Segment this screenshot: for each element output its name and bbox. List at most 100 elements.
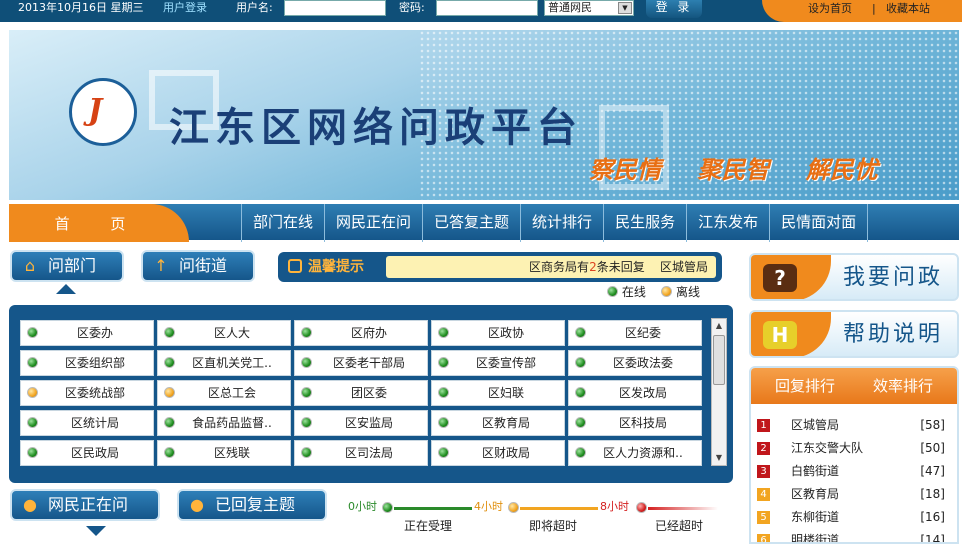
department-item[interactable]: 区统计局 bbox=[20, 410, 154, 436]
nav-item-ranking[interactable]: 统计排行 bbox=[520, 204, 603, 242]
department-item[interactable]: 区委统战部 bbox=[20, 380, 154, 406]
question-mark-icon: ? bbox=[763, 264, 797, 292]
tab-ask-street[interactable]: ↑ 问街道 bbox=[141, 250, 255, 282]
building-icon: ⌂ bbox=[24, 256, 36, 275]
online-status-icon bbox=[575, 417, 586, 428]
department-panel: 区委办 区人大 区府办 区政协 区纪委 区委组织部 区直机关党工.. 区委老干部局 区委宣传部区… bbox=[9, 305, 733, 483]
department-name: 区人力资源和.. bbox=[603, 446, 683, 460]
set-home-link[interactable]: 设为首页 bbox=[808, 0, 852, 18]
nav-item-face-to-face[interactable]: 民情面对面 bbox=[769, 204, 869, 242]
bookmark-link[interactable]: 收藏本站 bbox=[886, 0, 930, 18]
signpost-icon: ↑ bbox=[154, 256, 168, 275]
slogan: 解民忧 bbox=[805, 156, 878, 184]
department-item[interactable]: 食品药品监督.. bbox=[157, 410, 291, 436]
main-nav: 首 页 部门在线 网民正在问 已答复主题 统计排行 民生服务 江东发布 民情面对… bbox=[9, 202, 959, 242]
login-button[interactable]: 登 录 bbox=[646, 0, 702, 18]
department-item[interactable]: 区委老干部局 bbox=[294, 350, 428, 376]
timeline-red-segment bbox=[648, 507, 718, 510]
department-item[interactable]: 区财政局 bbox=[431, 440, 565, 466]
department-item[interactable]: 区妇联 bbox=[431, 380, 565, 406]
speech-bubble-icon: ● bbox=[190, 495, 204, 514]
ranking-item[interactable]: 3 白鹤街道 [47] bbox=[755, 460, 945, 483]
rank-number: 1 bbox=[757, 419, 770, 432]
tab-ask-department[interactable]: ⌂ 问部门 bbox=[10, 250, 124, 282]
department-item[interactable]: 区委办 bbox=[20, 320, 154, 346]
user-type-value: 普通网民 bbox=[548, 1, 592, 14]
scroll-thumb[interactable] bbox=[713, 335, 725, 385]
tab-answered-topics[interactable]: ● 已回复主题 bbox=[177, 489, 327, 521]
chevron-down-icon[interactable]: ▼ bbox=[618, 2, 632, 14]
ask-question-button[interactable]: ? 我要问政 bbox=[749, 253, 959, 301]
online-status-icon bbox=[301, 387, 312, 398]
tab-reply-ranking[interactable]: 回复排行 bbox=[775, 368, 835, 404]
department-item[interactable]: 区委政法委 bbox=[568, 350, 702, 376]
rank-name: 明楼街道 bbox=[791, 533, 840, 544]
tab-label: 问街道 bbox=[179, 256, 228, 275]
department-item[interactable]: 区人力资源和.. bbox=[568, 440, 702, 466]
nav-item-asking[interactable]: 网民正在问 bbox=[324, 204, 422, 242]
department-item[interactable]: 区安监局 bbox=[294, 410, 428, 436]
online-status-icon bbox=[27, 417, 38, 428]
tab-label: 网民正在问 bbox=[48, 495, 129, 514]
department-name: 区委组织部 bbox=[64, 356, 125, 370]
department-item[interactable]: 区政协 bbox=[431, 320, 565, 346]
notice-marquee[interactable]: 区商务局有2条未回复 区城管局 bbox=[386, 256, 716, 278]
online-status-icon bbox=[164, 327, 175, 338]
rank-name: 区城管局 bbox=[791, 418, 840, 432]
nav-home[interactable]: 首 页 bbox=[9, 204, 189, 242]
tab-netizens-asking[interactable]: ● 网民正在问 bbox=[10, 489, 160, 521]
department-item[interactable]: 区委宣传部 bbox=[431, 350, 565, 376]
top-right-links: 设为首页 | 收藏本站 bbox=[762, 0, 962, 22]
nav-item-services[interactable]: 民生服务 bbox=[603, 204, 686, 242]
department-item[interactable]: 区发改局 bbox=[568, 380, 702, 406]
nav-item-dept-online[interactable]: 部门在线 bbox=[241, 204, 324, 242]
department-item[interactable]: 区民政局 bbox=[20, 440, 154, 466]
notice-bar: 温馨提示 区商务局有2条未回复 区城管局 bbox=[278, 252, 722, 282]
department-item[interactable]: 区科技局 bbox=[568, 410, 702, 436]
online-status-icon bbox=[607, 286, 618, 297]
orange-dot-icon bbox=[508, 502, 519, 513]
department-name: 区委宣传部 bbox=[475, 356, 536, 370]
offline-status-icon bbox=[661, 286, 673, 297]
notice-label: 温馨提示 bbox=[288, 252, 364, 282]
timeline-status-processing: 正在受理 bbox=[404, 519, 453, 533]
department-name: 区政协 bbox=[487, 326, 524, 340]
department-item[interactable]: 区人大 bbox=[157, 320, 291, 346]
department-item[interactable]: 团区委 bbox=[294, 380, 428, 406]
help-button[interactable]: H 帮助说明 bbox=[749, 310, 959, 358]
department-item[interactable]: 区府办 bbox=[294, 320, 428, 346]
ranking-item[interactable]: 2 江东交警大队 [50] bbox=[755, 437, 945, 460]
ranking-item[interactable]: 4 区教育局 [18] bbox=[755, 483, 945, 506]
rank-number: 3 bbox=[757, 465, 770, 478]
department-item[interactable]: 区总工会 bbox=[157, 380, 291, 406]
nav-item-releases[interactable]: 江东发布 bbox=[686, 204, 769, 242]
online-status-icon bbox=[164, 447, 175, 458]
ranking-item[interactable]: 5 东柳街道 [16] bbox=[755, 506, 945, 529]
current-date: 2013年10月16日 星期三 bbox=[18, 1, 144, 14]
tab-pointer bbox=[56, 284, 76, 294]
department-item[interactable]: 区残联 bbox=[157, 440, 291, 466]
user-type-select[interactable]: 普通网民 ▼ bbox=[544, 0, 634, 16]
ranking-tabs: 回复排行 效率排行 bbox=[751, 368, 957, 404]
ranking-item[interactable]: 6 明楼街道 [14] bbox=[755, 529, 945, 544]
nav-item-answered[interactable]: 已答复主题 bbox=[422, 204, 520, 242]
online-status-icon bbox=[301, 327, 312, 338]
department-scrollbar[interactable]: ▲ ▼ bbox=[711, 318, 727, 466]
department-item[interactable]: 区直机关党工.. bbox=[157, 350, 291, 376]
department-item[interactable]: 区纪委 bbox=[568, 320, 702, 346]
online-status-icon bbox=[438, 357, 449, 368]
department-item[interactable]: 区教育局 bbox=[431, 410, 565, 436]
password-input[interactable] bbox=[436, 0, 538, 16]
department-grid: 区委办 区人大 区府办 区政协 区纪委 区委组织部 区直机关党工.. 区委老干部局 区委宣传部区… bbox=[20, 320, 702, 466]
scroll-down-icon[interactable]: ▼ bbox=[712, 451, 726, 465]
tab-efficiency-ranking[interactable]: 效率排行 bbox=[873, 368, 933, 404]
help-icon: H bbox=[763, 321, 797, 349]
ranking-item[interactable]: 1 区城管局 [58] bbox=[755, 414, 945, 437]
username-input[interactable] bbox=[284, 0, 386, 16]
status-legend: 在线 离线 bbox=[607, 284, 700, 300]
department-item[interactable]: 区委组织部 bbox=[20, 350, 154, 376]
ranking-panel: 回复排行 效率排行 1 区城管局 [58] 2 江东交警大队 [50] 3 白鹤街道 [47] 4… bbox=[749, 366, 959, 544]
department-item[interactable]: 区司法局 bbox=[294, 440, 428, 466]
scroll-up-icon[interactable]: ▲ bbox=[712, 319, 726, 333]
online-status-icon bbox=[575, 327, 586, 338]
